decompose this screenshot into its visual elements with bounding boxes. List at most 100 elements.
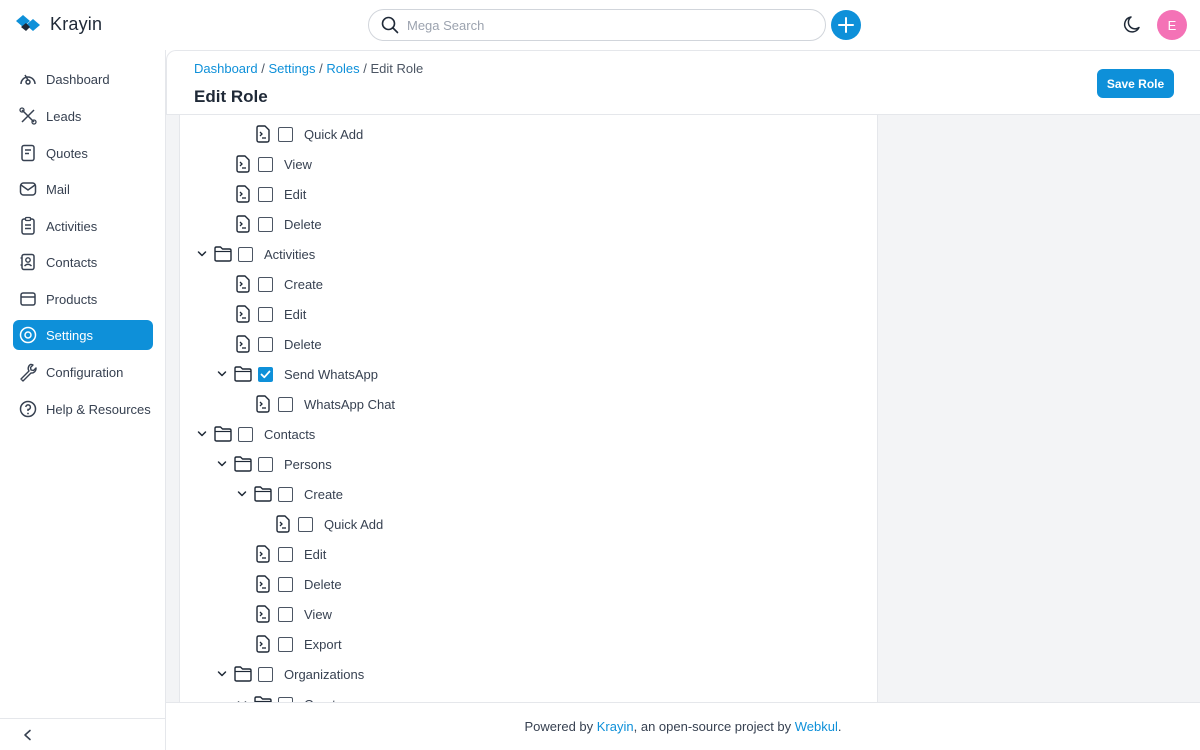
plus-icon: [838, 17, 854, 33]
tree-row[interactable]: Delete: [215, 329, 322, 359]
permission-checkbox[interactable]: [258, 306, 273, 322]
sidebar-item-quotes[interactable]: Quotes: [13, 138, 153, 168]
tree-row[interactable]: Edit: [235, 539, 326, 569]
permission-checkbox[interactable]: [278, 576, 293, 592]
tree-row[interactable]: Quick Add: [235, 119, 363, 149]
folder-icon: [253, 484, 273, 504]
tree-row[interactable]: Activities: [195, 239, 315, 269]
sidebar-item-configuration[interactable]: Configuration: [13, 357, 153, 387]
webkul-link[interactable]: Webkul: [795, 719, 838, 734]
sidebar-item-label: Help & Resources: [46, 401, 151, 417]
leads-icon: [19, 107, 37, 125]
tree-row[interactable]: View: [235, 599, 332, 629]
permission-label: Export: [304, 636, 342, 652]
sidebar-item-dashboard[interactable]: Dashboard: [13, 64, 153, 94]
sidebar-item-label: Mail: [46, 181, 70, 197]
folder-icon: [213, 244, 233, 264]
tree-row[interactable]: Delete: [215, 209, 322, 239]
sidebar-item-leads[interactable]: Leads: [13, 101, 153, 131]
permission-checkbox[interactable]: [258, 366, 273, 382]
top-bar: Krayin E: [0, 0, 1200, 50]
breadcrumb-settings[interactable]: Settings: [268, 61, 315, 76]
chevron-down-icon[interactable]: [195, 427, 209, 441]
chevron-down-icon[interactable]: [215, 367, 229, 381]
sidebar-item-label: Dashboard: [46, 71, 110, 87]
sidebar-item-products[interactable]: Products: [13, 284, 153, 314]
permission-checkbox[interactable]: [258, 186, 273, 202]
permission-label: Create: [284, 276, 324, 292]
krayin-logo[interactable]: Krayin: [16, 14, 102, 35]
permission-checkbox[interactable]: [278, 486, 293, 502]
footer-suffix: .: [837, 719, 842, 734]
quotes-icon: [21, 144, 35, 162]
tree-row[interactable]: WhatsApp Chat: [235, 389, 395, 419]
tree-row[interactable]: Quick Add: [255, 509, 383, 539]
permission-checkbox[interactable]: [258, 276, 273, 292]
sidebar-item-label: Settings: [46, 327, 93, 343]
krayin-link[interactable]: Krayin: [597, 719, 634, 734]
breadcrumb: Dashboard / Settings / Roles / Edit Role: [194, 61, 423, 76]
permission-checkbox[interactable]: [278, 126, 293, 142]
folder-icon: [233, 364, 253, 384]
permission-label: Delete: [284, 336, 322, 352]
search-input[interactable]: [407, 17, 787, 33]
tree-row[interactable]: Persons: [215, 449, 332, 479]
permission-checkbox[interactable]: [258, 456, 273, 472]
permission-checkbox[interactable]: [258, 156, 273, 172]
permission-checkbox[interactable]: [258, 216, 273, 232]
breadcrumb-roles[interactable]: Roles: [326, 61, 359, 76]
permission-label: Delete: [304, 576, 342, 592]
sidebar-item-activities[interactable]: Activities: [13, 211, 153, 241]
mega-search[interactable]: [368, 9, 826, 41]
chevron-down-icon[interactable]: [235, 487, 249, 501]
sidebar-item-mail[interactable]: Mail: [13, 174, 153, 204]
permission-checkbox[interactable]: [238, 426, 253, 442]
permission-checkbox[interactable]: [238, 246, 253, 262]
permission-checkbox[interactable]: [278, 606, 293, 622]
permission-checkbox[interactable]: [258, 336, 273, 352]
user-avatar[interactable]: E: [1157, 10, 1187, 40]
products-icon: [20, 292, 36, 306]
chevron-down-icon[interactable]: [215, 457, 229, 471]
sidebar-item-label: Configuration: [46, 364, 124, 380]
collapse-sidebar-icon[interactable]: [22, 729, 34, 741]
krayin-logo-icon: [16, 14, 40, 31]
sidebar-item-help[interactable]: Help & Resources: [13, 394, 153, 424]
sidebar-item-settings[interactable]: Settings: [13, 320, 153, 350]
tree-row[interactable]: Export: [235, 629, 342, 659]
folder-icon: [253, 694, 273, 702]
tree-row[interactable]: Create: [235, 479, 343, 509]
file-icon: [253, 574, 273, 594]
permission-checkbox[interactable]: [278, 546, 293, 562]
tree-row[interactable]: View: [215, 149, 312, 179]
breadcrumb-dashboard[interactable]: Dashboard: [194, 61, 258, 76]
folder-icon: [233, 664, 253, 684]
footer-prefix: Powered by: [524, 719, 597, 734]
quick-create-button[interactable]: [831, 10, 861, 40]
tree-row[interactable]: Create: [235, 689, 343, 702]
sidebar-item-label: Leads: [46, 108, 82, 124]
tree-row[interactable]: Send WhatsApp: [215, 359, 378, 389]
permission-checkbox[interactable]: [298, 516, 313, 532]
tree-row[interactable]: Delete: [235, 569, 342, 599]
permission-checkbox[interactable]: [258, 666, 273, 682]
tree-row[interactable]: Organizations: [215, 659, 364, 689]
tree-row[interactable]: Edit: [215, 299, 306, 329]
permissions-tree[interactable]: Quick Add View Edit Delete Activities Create E…: [179, 115, 878, 702]
search-icon: [381, 16, 399, 34]
save-role-button[interactable]: Save Role: [1097, 69, 1174, 98]
permission-checkbox[interactable]: [278, 396, 293, 412]
tree-row[interactable]: Contacts: [195, 419, 315, 449]
wrench-icon: [20, 363, 37, 382]
chevron-down-icon[interactable]: [195, 247, 209, 261]
file-icon: [233, 334, 253, 354]
permission-checkbox[interactable]: [278, 636, 293, 652]
chevron-down-icon[interactable]: [215, 667, 229, 681]
tree-row[interactable]: Create: [215, 269, 323, 299]
tree-row[interactable]: Edit: [215, 179, 306, 209]
sidebar-item-contacts[interactable]: Contacts: [13, 247, 153, 277]
folder-icon: [233, 454, 253, 474]
dark-mode-toggle[interactable]: [1122, 14, 1144, 41]
permission-label: Contacts: [264, 426, 316, 442]
breadcrumb-separator: /: [261, 61, 265, 76]
